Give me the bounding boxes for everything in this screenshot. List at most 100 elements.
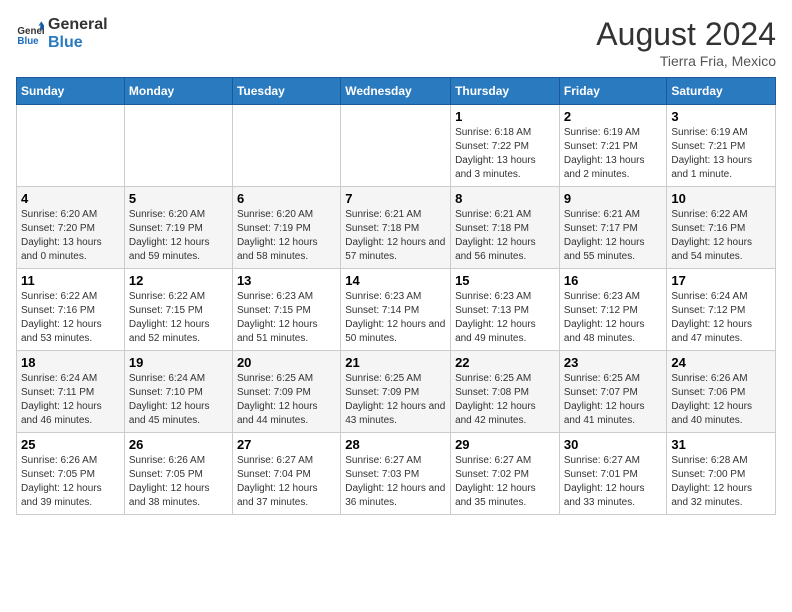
day-number: 16 [564, 273, 663, 288]
day-info: Sunrise: 6:23 AM Sunset: 7:12 PM Dayligh… [564, 290, 663, 346]
weekday-header: Wednesday [341, 78, 451, 105]
day-info: Sunrise: 6:25 AM Sunset: 7:08 PM Dayligh… [455, 372, 555, 428]
day-info: Sunrise: 6:20 AM Sunset: 7:19 PM Dayligh… [237, 208, 336, 264]
day-info: Sunrise: 6:26 AM Sunset: 7:05 PM Dayligh… [21, 454, 120, 510]
day-number: 27 [237, 437, 336, 452]
day-info: Sunrise: 6:24 AM Sunset: 7:10 PM Dayligh… [129, 372, 228, 428]
calendar-day-cell: 21 Sunrise: 6:25 AM Sunset: 7:09 PM Dayli… [341, 351, 451, 433]
calendar-day-cell: 23Sunrise: 6:25 AM Sunset: 7:07 PM Dayli… [559, 351, 667, 433]
day-info: Sunrise: 6:23 AM Sunset: 7:15 PM Dayligh… [237, 290, 336, 346]
weekday-header: Friday [559, 78, 667, 105]
weekday-header: Thursday [451, 78, 560, 105]
weekday-header-row: SundayMondayTuesdayWednesdayThursdayFrid… [17, 78, 776, 105]
day-number: 30 [564, 437, 663, 452]
calendar-day-cell: 15 Sunrise: 6:23 AM Sunset: 7:13 PM Dayli… [451, 269, 560, 351]
calendar-day-cell: 5 Sunrise: 6:20 AM Sunset: 7:19 PM Daylig… [124, 187, 232, 269]
calendar-week-row: 25 Sunrise: 6:26 AM Sunset: 7:05 PM Dayli… [17, 433, 776, 515]
calendar-week-row: 1 Sunrise: 6:18 AM Sunset: 7:22 PM Daylig… [17, 105, 776, 187]
day-info: Sunrise: 6:24 AM Sunset: 7:12 PM Dayligh… [671, 290, 771, 346]
calendar-day-cell: 24 Sunrise: 6:26 AM Sunset: 7:06 PM Dayli… [667, 351, 776, 433]
day-number: 12 [129, 273, 228, 288]
day-number: 17 [671, 273, 771, 288]
day-number: 25 [21, 437, 120, 452]
month-year-title: August 2024 [596, 16, 776, 53]
day-number: 5 [129, 191, 228, 206]
page-header: General Blue General Blue August 2024 Ti… [16, 16, 776, 69]
calendar-day-cell: 7Sunrise: 6:21 AM Sunset: 7:18 PM Daylig… [341, 187, 451, 269]
calendar-day-cell: 6 Sunrise: 6:20 AM Sunset: 7:19 PM Daylig… [232, 187, 340, 269]
day-number: 21 [345, 355, 446, 370]
location-subtitle: Tierra Fria, Mexico [596, 53, 776, 69]
calendar-day-cell: 29 Sunrise: 6:27 AM Sunset: 7:02 PM Dayli… [451, 433, 560, 515]
day-info: Sunrise: 6:27 AM Sunset: 7:04 PM Dayligh… [237, 454, 336, 510]
day-info: Sunrise: 6:24 AM Sunset: 7:11 PM Dayligh… [21, 372, 120, 428]
calendar-week-row: 11 Sunrise: 6:22 AM Sunset: 7:16 PM Dayli… [17, 269, 776, 351]
logo-line2: Blue [48, 34, 108, 52]
day-info: Sunrise: 6:22 AM Sunset: 7:15 PM Dayligh… [129, 290, 228, 346]
day-info: Sunrise: 6:26 AM Sunset: 7:06 PM Dayligh… [671, 372, 771, 428]
day-number: 19 [129, 355, 228, 370]
calendar-day-cell: 1 Sunrise: 6:18 AM Sunset: 7:22 PM Daylig… [451, 105, 560, 187]
calendar-day-cell: 2 Sunrise: 6:19 AM Sunset: 7:21 PM Daylig… [559, 105, 667, 187]
calendar-day-cell: 30 Sunrise: 6:27 AM Sunset: 7:01 PM Dayli… [559, 433, 667, 515]
day-number: 11 [21, 273, 120, 288]
day-info: Sunrise: 6:20 AM Sunset: 7:20 PM Dayligh… [21, 208, 120, 264]
day-info: Sunrise: 6:23 AM Sunset: 7:13 PM Dayligh… [455, 290, 555, 346]
day-number: 10 [671, 191, 771, 206]
calendar-day-cell [17, 105, 125, 187]
day-info: Sunrise: 6:25 AM Sunset: 7:09 PM Dayligh… [345, 372, 446, 428]
day-number: 15 [455, 273, 555, 288]
calendar-day-cell: 17 Sunrise: 6:24 AM Sunset: 7:12 PM Dayli… [667, 269, 776, 351]
calendar-day-cell: 4 Sunrise: 6:20 AM Sunset: 7:20 PM Daylig… [17, 187, 125, 269]
day-info: Sunrise: 6:18 AM Sunset: 7:22 PM Dayligh… [455, 126, 555, 182]
day-info: Sunrise: 6:21 AM Sunset: 7:18 PM Dayligh… [345, 208, 446, 264]
calendar-day-cell: 10 Sunrise: 6:22 AM Sunset: 7:16 PM Dayli… [667, 187, 776, 269]
day-info: Sunrise: 6:27 AM Sunset: 7:03 PM Dayligh… [345, 454, 446, 510]
day-number: 24 [671, 355, 771, 370]
calendar-day-cell: 13 Sunrise: 6:23 AM Sunset: 7:15 PM Dayli… [232, 269, 340, 351]
day-info: Sunrise: 6:25 AM Sunset: 7:09 PM Dayligh… [237, 372, 336, 428]
day-info: Sunrise: 6:22 AM Sunset: 7:16 PM Dayligh… [21, 290, 120, 346]
calendar-day-cell: 9 Sunrise: 6:21 AM Sunset: 7:17 PM Daylig… [559, 187, 667, 269]
day-info: Sunrise: 6:21 AM Sunset: 7:17 PM Dayligh… [564, 208, 663, 264]
logo: General Blue General Blue [16, 16, 108, 51]
calendar-day-cell: 22Sunrise: 6:25 AM Sunset: 7:08 PM Dayli… [451, 351, 560, 433]
day-number: 9 [564, 191, 663, 206]
calendar-day-cell: 11 Sunrise: 6:22 AM Sunset: 7:16 PM Dayli… [17, 269, 125, 351]
day-number: 6 [237, 191, 336, 206]
day-number: 2 [564, 109, 663, 124]
calendar-week-row: 4 Sunrise: 6:20 AM Sunset: 7:20 PM Daylig… [17, 187, 776, 269]
calendar-day-cell: 3Sunrise: 6:19 AM Sunset: 7:21 PM Daylig… [667, 105, 776, 187]
day-info: Sunrise: 6:19 AM Sunset: 7:21 PM Dayligh… [671, 126, 771, 182]
calendar-week-row: 18Sunrise: 6:24 AM Sunset: 7:11 PM Dayli… [17, 351, 776, 433]
day-info: Sunrise: 6:26 AM Sunset: 7:05 PM Dayligh… [129, 454, 228, 510]
day-number: 28 [345, 437, 446, 452]
calendar-day-cell [232, 105, 340, 187]
day-info: Sunrise: 6:23 AM Sunset: 7:14 PM Dayligh… [345, 290, 446, 346]
day-info: Sunrise: 6:27 AM Sunset: 7:02 PM Dayligh… [455, 454, 555, 510]
logo-line1: General [48, 16, 108, 34]
day-number: 29 [455, 437, 555, 452]
day-number: 13 [237, 273, 336, 288]
day-info: Sunrise: 6:22 AM Sunset: 7:16 PM Dayligh… [671, 208, 771, 264]
calendar-day-cell: 18Sunrise: 6:24 AM Sunset: 7:11 PM Dayli… [17, 351, 125, 433]
day-number: 8 [455, 191, 555, 206]
logo-icon: General Blue [16, 20, 44, 48]
day-number: 4 [21, 191, 120, 206]
weekday-header: Saturday [667, 78, 776, 105]
day-info: Sunrise: 6:28 AM Sunset: 7:00 PM Dayligh… [671, 454, 771, 510]
day-number: 14 [345, 273, 446, 288]
calendar-day-cell [124, 105, 232, 187]
weekday-header: Tuesday [232, 78, 340, 105]
weekday-header: Sunday [17, 78, 125, 105]
day-info: Sunrise: 6:20 AM Sunset: 7:19 PM Dayligh… [129, 208, 228, 264]
day-number: 1 [455, 109, 555, 124]
day-info: Sunrise: 6:19 AM Sunset: 7:21 PM Dayligh… [564, 126, 663, 182]
day-info: Sunrise: 6:27 AM Sunset: 7:01 PM Dayligh… [564, 454, 663, 510]
calendar-day-cell: 20Sunrise: 6:25 AM Sunset: 7:09 PM Dayli… [232, 351, 340, 433]
day-number: 26 [129, 437, 228, 452]
calendar-day-cell: 19 Sunrise: 6:24 AM Sunset: 7:10 PM Dayli… [124, 351, 232, 433]
svg-text:Blue: Blue [17, 35, 39, 46]
calendar-table: SundayMondayTuesdayWednesdayThursdayFrid… [16, 77, 776, 515]
calendar-day-cell: 14 Sunrise: 6:23 AM Sunset: 7:14 PM Dayli… [341, 269, 451, 351]
